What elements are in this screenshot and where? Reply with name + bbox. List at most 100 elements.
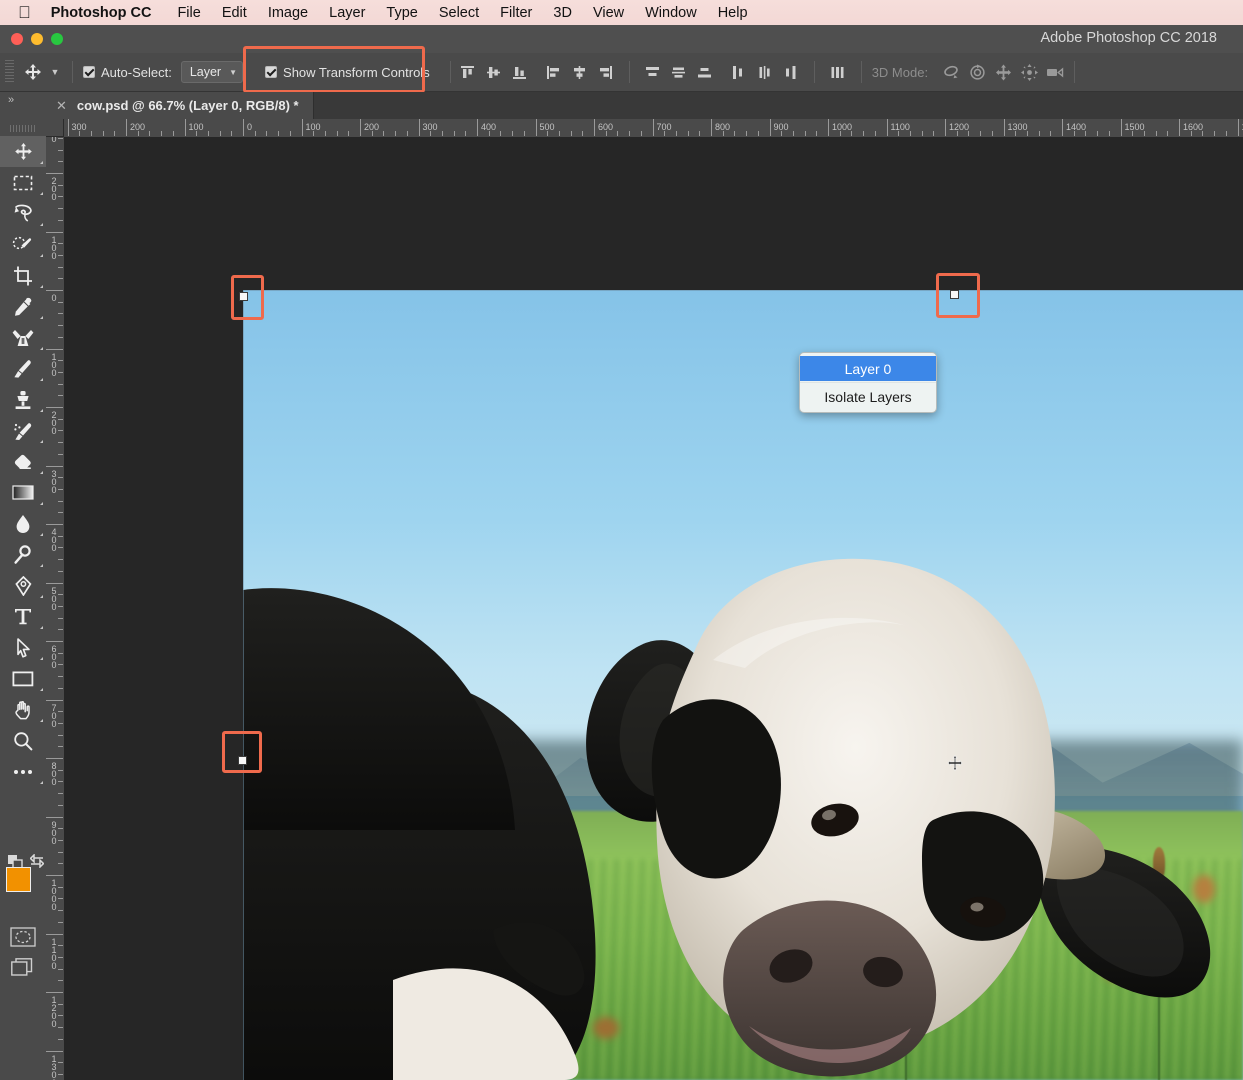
macos-menu-bar:  Photoshop CC File Edit Image Layer Typ… (0, 0, 1243, 25)
minimize-button[interactable] (31, 33, 43, 45)
align-bottom-edges-icon[interactable] (507, 59, 533, 85)
menu-app-name[interactable]: Photoshop CC (51, 5, 152, 21)
type-tool[interactable] (0, 601, 46, 632)
move-tool-icon[interactable] (18, 59, 48, 85)
show-transform-controls-checkbox[interactable] (265, 66, 278, 78)
menu-item-file[interactable]: File (177, 5, 200, 21)
tool-preset-chevron-down-icon[interactable]: ▼ (48, 59, 62, 85)
ruler-minor-tick (58, 921, 63, 923)
layer-context-menu[interactable]: Layer 0 Isolate Layers (799, 352, 937, 413)
menu-item-filter[interactable]: Filter (500, 5, 532, 21)
spot-healing-brush-tool[interactable] (0, 322, 46, 353)
history-brush-tool[interactable] (0, 415, 46, 446)
lasso-tool[interactable] (0, 198, 46, 229)
document-tab[interactable]: ✕ cow.psd @ 66.7% (Layer 0, RGB/8) * (46, 92, 314, 119)
handle-left-middle[interactable] (238, 756, 247, 765)
document-image[interactable] (243, 290, 1243, 1080)
slide-3d-icon[interactable] (1016, 59, 1042, 85)
ruler-minor-tick (1038, 131, 1040, 136)
align-right-edges-icon[interactable] (593, 59, 619, 85)
ruler-minor-tick (1202, 131, 1204, 136)
ruler-minor-tick (58, 570, 63, 572)
options-bar-grip[interactable] (5, 60, 14, 84)
menu-item-view[interactable]: View (593, 5, 624, 21)
menu-item-select[interactable]: Select (439, 5, 479, 21)
pan-3d-icon[interactable] (990, 59, 1016, 85)
tool-expand-triangle-icon (40, 285, 43, 288)
quick-selection-tool[interactable] (0, 229, 46, 260)
vertical-ruler[interactable]: 3002001000100200300400500600700800900100… (46, 137, 65, 1080)
path-selection-tool[interactable] (0, 632, 46, 663)
distribute-top-edges-icon[interactable] (640, 59, 666, 85)
distribute-spacing-icon[interactable] (825, 59, 851, 85)
rectangular-marquee-tool[interactable] (0, 167, 46, 198)
pen-tool[interactable] (0, 570, 46, 601)
ruler-origin-box[interactable] (46, 119, 64, 137)
move-tool[interactable] (0, 136, 46, 167)
menu-item-3d[interactable]: 3D (553, 5, 572, 21)
edit-toolbar-tool[interactable] (0, 756, 46, 787)
blur-tool[interactable] (0, 508, 46, 539)
eyedropper-tool[interactable] (0, 291, 46, 322)
hand-tool[interactable] (0, 694, 46, 725)
options-separator-6 (1074, 61, 1076, 83)
tool-expand-triangle-icon (40, 781, 43, 784)
distribute-horizontal-centers-icon[interactable] (752, 59, 778, 85)
close-button[interactable] (11, 33, 23, 45)
gradient-tool[interactable] (0, 477, 46, 508)
menu-item-layer[interactable]: Layer (329, 5, 365, 21)
ruler-minor-tick (640, 131, 642, 136)
ruler-minor-tick (1108, 131, 1110, 136)
menu-item-type[interactable]: Type (386, 5, 417, 21)
align-left-edges-icon[interactable] (541, 59, 567, 85)
roll-3d-icon[interactable] (964, 59, 990, 85)
rectangle-tool[interactable] (0, 663, 46, 694)
ruler-minor-tick (512, 131, 514, 136)
ruler-minor-tick (629, 131, 631, 136)
ruler-label: 500 (51, 585, 57, 612)
dodge-tool[interactable] (0, 539, 46, 570)
zoom-tool[interactable] (0, 725, 46, 756)
menu-item-image[interactable]: Image (268, 5, 308, 21)
screen-mode-icon[interactable] (11, 958, 35, 983)
close-icon[interactable]: ✕ (56, 98, 67, 114)
zoom-button[interactable] (51, 33, 63, 45)
crop-tool[interactable] (0, 260, 46, 291)
ruler-tick (1062, 119, 1063, 136)
ruler-minor-tick (58, 477, 63, 479)
menu-item-help[interactable]: Help (718, 5, 748, 21)
apple-logo-icon[interactable]:  (18, 4, 31, 21)
brush-tool[interactable] (0, 353, 46, 384)
ruler-minor-tick (406, 131, 408, 136)
menu-item-window[interactable]: Window (645, 5, 697, 21)
chevron-down-icon: ▼ (229, 67, 238, 77)
distribute-bottom-edges-icon[interactable] (692, 59, 718, 85)
foreground-color-swatch[interactable] (6, 867, 31, 892)
distribute-left-edges-icon[interactable] (726, 59, 752, 85)
handle-top-center[interactable] (950, 290, 959, 299)
context-menu-item-isolate-layers[interactable]: Isolate Layers (800, 384, 936, 409)
tools-panel-grip[interactable] (10, 125, 36, 132)
align-top-edges-icon[interactable] (455, 59, 481, 85)
orbit-3d-icon[interactable] (938, 59, 964, 85)
ruler-minor-tick (254, 131, 256, 136)
eraser-tool[interactable] (0, 446, 46, 477)
handle-top-left[interactable] (239, 292, 248, 301)
quick-mask-icon[interactable] (10, 927, 36, 952)
color-swatches[interactable] (6, 867, 43, 904)
camera-3d-icon[interactable] (1042, 59, 1068, 85)
distribute-right-edges-icon[interactable] (778, 59, 804, 85)
clone-stamp-tool[interactable] (0, 384, 46, 415)
ruler-minor-tick (921, 131, 923, 136)
context-menu-item-layer-0[interactable]: Layer 0 (800, 356, 936, 381)
menu-item-edit[interactable]: Edit (222, 5, 247, 21)
auto-select-target-dropdown[interactable]: Layer ▼ (180, 61, 244, 83)
align-horizontal-centers-icon[interactable] (567, 59, 593, 85)
auto-select-checkbox[interactable] (83, 66, 95, 78)
align-vertical-centers-icon[interactable] (481, 59, 507, 85)
canvas-area[interactable] (64, 137, 1243, 1080)
ruler-minor-tick (58, 769, 63, 771)
distribute-vertical-centers-icon[interactable] (666, 59, 692, 85)
double-chevron-right-icon[interactable]: » (8, 94, 14, 106)
horizontal-ruler[interactable]: 4003002001000100200300400500600700800900… (46, 119, 1243, 138)
